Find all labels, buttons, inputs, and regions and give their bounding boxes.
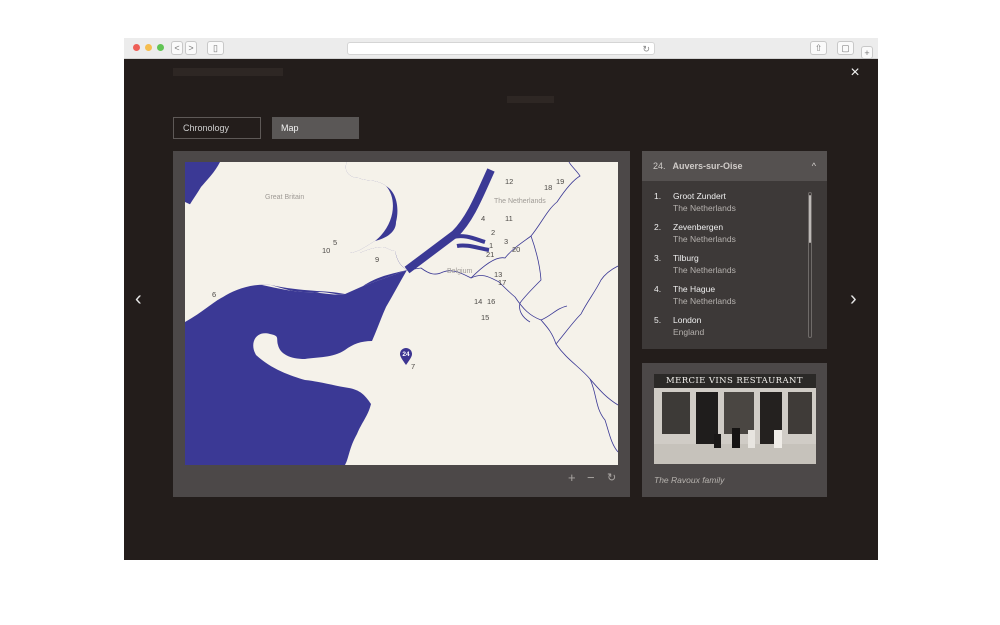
item-country: The Netherlands: [673, 296, 736, 306]
map-marker[interactable]: 10: [322, 247, 330, 255]
browser-back-button[interactable]: <: [171, 41, 183, 55]
europe-map[interactable]: Great Britain The Netherlands Belgium 12…: [185, 162, 618, 465]
tabs-icon[interactable]: ▢: [837, 41, 854, 55]
restaurant-sign: MERCIE VINS RESTAURANT: [666, 376, 803, 386]
selected-location-number: 24.: [653, 161, 666, 171]
address-bar[interactable]: ↻: [347, 42, 655, 55]
tab-chronology[interactable]: Chronology: [173, 117, 261, 139]
photo-caption: The Ravoux family: [654, 475, 725, 485]
item-name: The Hague: [673, 284, 716, 294]
map-marker[interactable]: 12: [505, 178, 513, 186]
item-number: 2.: [654, 222, 662, 232]
map-marker[interactable]: 15: [481, 314, 489, 322]
item-name: London: [673, 315, 702, 325]
list-scrollbar[interactable]: [808, 192, 812, 338]
map-svg: [185, 162, 618, 465]
map-marker[interactable]: 9: [375, 256, 379, 264]
next-arrow-icon[interactable]: ›: [850, 289, 857, 309]
list-item[interactable]: 3. Tilburg The Netherlands: [642, 252, 814, 283]
item-name: Groot Zundert: [673, 191, 726, 201]
location-list-panel: 24. Auvers-sur-Oise ^ 1. Groot Zundert Th…: [642, 151, 827, 349]
label-belgium: Belgium: [447, 268, 473, 275]
selected-location-header[interactable]: 24. Auvers-sur-Oise ^: [642, 151, 827, 181]
selected-marker-label[interactable]: 24: [400, 351, 412, 359]
map-marker[interactable]: 16: [487, 298, 495, 306]
label-netherlands: The Netherlands: [494, 198, 546, 205]
reload-icon[interactable]: ↻: [642, 43, 650, 55]
item-country: The Netherlands: [673, 265, 736, 275]
list-item[interactable]: 5. London England: [642, 314, 814, 345]
minimize-window-dot[interactable]: [145, 44, 152, 51]
map-panel: Great Britain The Netherlands Belgium 12…: [173, 151, 630, 497]
scrollbar-thumb[interactable]: [809, 195, 811, 243]
list-item[interactable]: 4. The Hague The Netherlands: [642, 283, 814, 314]
share-icon[interactable]: ⇧: [810, 41, 827, 55]
browser-forward-button[interactable]: >: [185, 41, 197, 55]
label-great-britain: Great Britain: [265, 194, 305, 201]
map-marker[interactable]: 6: [212, 291, 216, 299]
previous-arrow-icon[interactable]: ‹: [135, 289, 142, 309]
close-window-dot[interactable]: [133, 44, 140, 51]
photo-illustration: [654, 374, 816, 464]
tab-map[interactable]: Map: [272, 117, 359, 139]
maximize-window-dot[interactable]: [157, 44, 164, 51]
map-marker[interactable]: 4: [481, 215, 485, 223]
close-icon[interactable]: ×: [847, 65, 863, 81]
map-marker[interactable]: 18: [544, 184, 552, 192]
lightbox-overlay: × Chronology Map ‹ › Great Britain The N…: [124, 59, 878, 560]
map-marker[interactable]: 17: [498, 279, 506, 287]
zoom-out-icon[interactable]: −: [587, 471, 595, 485]
item-country: The Netherlands: [673, 203, 736, 213]
new-tab-icon[interactable]: +: [861, 46, 873, 59]
ravoux-family-photo[interactable]: MERCIE VINS RESTAURANT: [654, 374, 816, 464]
photo-panel: MERCIE VINS RESTAURANT The Ravoux family: [642, 363, 827, 497]
selected-location-name: Auvers-sur-Oise: [672, 161, 743, 171]
reset-map-icon[interactable]: ↻: [607, 471, 616, 485]
map-marker[interactable]: 19: [556, 178, 564, 186]
item-number: 1.: [654, 191, 662, 201]
item-country: The Netherlands: [673, 234, 736, 244]
item-number: 4.: [654, 284, 662, 294]
map-marker[interactable]: 5: [333, 239, 337, 247]
map-marker[interactable]: 20: [512, 246, 520, 254]
location-list: 1. Groot Zundert The Netherlands 2. Zeve…: [642, 190, 814, 345]
item-number: 3.: [654, 253, 662, 263]
list-item[interactable]: 2. Zevenbergen The Netherlands: [642, 221, 814, 252]
item-name: Zevenbergen: [673, 222, 724, 232]
map-marker[interactable]: 2: [491, 229, 495, 237]
browser-window: < > ▯ ↻ ⇧ ▢ + × Chronology Map ‹ › Great…: [124, 38, 878, 560]
item-country: England: [673, 327, 705, 337]
list-item[interactable]: 1. Groot Zundert The Netherlands: [642, 190, 814, 221]
collapse-chevron-icon[interactable]: ^: [812, 151, 816, 181]
map-marker[interactable]: 1: [489, 242, 493, 250]
item-name: Tilburg: [673, 253, 699, 263]
item-number: 5.: [654, 315, 662, 325]
map-marker[interactable]: 14: [474, 298, 482, 306]
map-marker[interactable]: 21: [486, 251, 494, 259]
zoom-in-icon[interactable]: +: [568, 471, 576, 485]
map-marker[interactable]: 11: [505, 215, 513, 223]
map-marker[interactable]: 3: [504, 238, 508, 246]
background-block: [507, 96, 554, 103]
browser-toolbar: < > ▯ ↻ ⇧ ▢ +: [124, 38, 878, 59]
sidebar-toggle-icon[interactable]: ▯: [207, 41, 224, 55]
background-logo: [173, 68, 283, 76]
